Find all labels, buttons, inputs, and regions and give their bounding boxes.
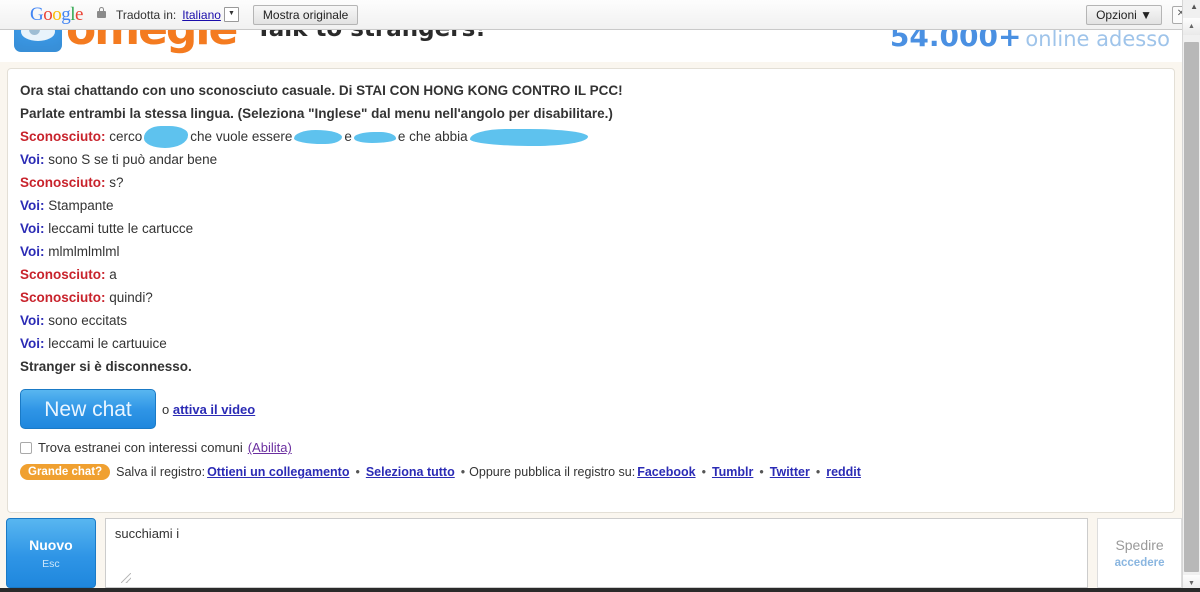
chat-message-you: Voi: sono eccitats — [20, 309, 1162, 332]
chat-message-you: Voi: sono S se ti può andar bene — [20, 148, 1162, 171]
separator-dot: • — [460, 465, 466, 480]
chat-message-system: Ora stai chattando con uno sconosciuto c… — [20, 79, 1162, 102]
chat-message-you: Voi: leccami le cartuuice — [20, 332, 1162, 355]
message-author: Sconosciuto: — [20, 175, 106, 191]
language-select-link[interactable]: Italiano — [182, 8, 221, 22]
message-text: Stampante — [48, 198, 114, 214]
publish-label: Oppure pubblica il registro su: — [469, 465, 636, 480]
message-text: Stranger si è disconnesso. — [20, 359, 192, 375]
options-button[interactable]: Opzioni ▼ — [1086, 4, 1162, 25]
new-chat-esc-button[interactable]: Nuovo Esc — [6, 518, 96, 588]
scrollbar-thumb[interactable] — [1184, 42, 1199, 572]
message-text: leccami tutte le cartucce — [48, 221, 194, 237]
separator-dot: • — [355, 465, 360, 480]
big-chat-badge[interactable]: Grande chat? — [20, 464, 111, 481]
omegle-logo-text: omegle — [66, 30, 238, 52]
send-button[interactable]: Spedire accedere — [1097, 518, 1182, 588]
interests-label: Trova estranei con interessi comuni — [38, 440, 243, 456]
enable-video-link[interactable]: attiva il video — [173, 402, 255, 417]
separator-dot: • — [815, 465, 821, 480]
redaction-mark — [144, 126, 189, 149]
message-author: Sconosciuto: — [20, 290, 106, 306]
message-text: sono S se ti può andar bene — [48, 152, 218, 168]
message-author: Voi: — [20, 198, 45, 214]
message-text: s? — [109, 175, 124, 191]
save-log-label: Salva il registro: — [116, 465, 206, 480]
separator-dot: • — [701, 465, 706, 480]
message-text: Ora stai chattando con uno sconosciuto c… — [20, 83, 623, 98]
message-text: e che abbia — [397, 129, 468, 144]
site-header: omegle Talk to strangers! 54.000+online … — [0, 30, 1182, 62]
interests-checkbox[interactable] — [20, 441, 32, 454]
new-chat-button[interactable]: New chat — [20, 389, 156, 430]
video-link-row: o attiva il video — [162, 402, 255, 417]
tumblr-link[interactable]: Tumblr — [712, 465, 753, 479]
chat-message-stranger: Sconosciuto: quindi? — [20, 286, 1162, 309]
twitter-link[interactable]: Twitter — [770, 465, 810, 479]
message-text: cerco — [109, 129, 143, 144]
google-translate-bar: Google Tradotta in: Italiano ▼ Mostra ori… — [0, 0, 1200, 30]
chevron-down-icon[interactable]: ▼ — [223, 7, 239, 22]
message-author: Sconosciuto: — [20, 267, 106, 283]
new-chat-row: New chat o attiva il video — [20, 389, 1162, 430]
message-text: che vuole essere — [190, 129, 293, 144]
chat-message-stranger-redacted: Sconosciuto: cerco che vuole essere e e che… — [20, 125, 1162, 149]
message-text: leccami le cartuuice — [48, 336, 167, 352]
composer-bar: Nuovo Esc Spedire accedere — [0, 518, 1182, 590]
browser-chrome-strip — [0, 588, 1200, 592]
message-text: a — [109, 267, 117, 283]
message-text: e — [344, 129, 352, 144]
chat-log[interactable]: Ora stai chattando con uno sconosciuto c… — [7, 68, 1175, 513]
message-text: Parlate entrambi la stessa lingua. (Sele… — [20, 106, 613, 121]
redaction-mark — [294, 130, 343, 145]
scroll-up-arrow-icon[interactable]: ▲ — [1190, 2, 1198, 11]
message-author: Voi: — [20, 152, 45, 168]
omegle-logo[interactable]: omegle — [14, 30, 238, 52]
online-count-number: 54.000+ — [889, 30, 1022, 53]
chat-message-you: Voi: leccami tutte le cartucce — [20, 217, 1162, 240]
send-button-label: Spedire — [1115, 537, 1164, 553]
message-text: mlmlmlmlml — [48, 244, 120, 260]
message-input[interactable] — [104, 518, 1089, 588]
reddit-link[interactable]: reddit — [826, 465, 861, 479]
message-author: Sconosciuto: — [20, 129, 106, 144]
redaction-mark — [469, 128, 588, 146]
lock-icon — [96, 7, 106, 18]
translated-in-label: Tradotta in: — [115, 7, 177, 22]
message-author: Voi: — [20, 244, 45, 260]
message-text: sono eccitats — [48, 313, 128, 329]
chat-message-you: Voi: Stampante — [20, 194, 1162, 217]
new-chat-esc-label: Nuovo — [29, 536, 73, 553]
chat-message-you: Voi: mlmlmlmlml — [20, 240, 1162, 263]
google-logo: Google — [30, 3, 83, 25]
get-link-link[interactable]: Ottieni un collegamento — [207, 465, 349, 479]
chat-message-stranger: Sconosciuto: s? — [20, 171, 1162, 194]
page-scrollbar[interactable]: ▲ ▼ — [1182, 0, 1200, 592]
facebook-link[interactable]: Facebook — [637, 465, 695, 479]
interests-enable-link[interactable]: (Abilita) — [248, 440, 292, 455]
translate-bar-right: Opzioni ▼ ✕ — [1086, 4, 1194, 25]
message-author: Voi: — [20, 313, 45, 329]
select-all-link[interactable]: Seleziona tutto — [366, 465, 455, 479]
omegle-spy-icon — [14, 30, 62, 52]
chat-message-disconnect: Stranger si è disconnesso. — [20, 355, 1162, 378]
online-count: 54.000+ online adesso — [890, 30, 1170, 53]
separator-dot: • — [759, 465, 764, 480]
textarea-resize-handle[interactable] — [121, 573, 131, 583]
message-author: Voi: — [20, 336, 45, 352]
chat-message-stranger: Sconosciuto: a — [20, 263, 1162, 286]
send-button-hint: accedere — [1114, 557, 1165, 569]
new-chat-esc-hint: Esc — [42, 557, 60, 570]
interests-row: Trova estranei con interessi comuni (Abi… — [20, 440, 1162, 455]
message-text: quindi? — [109, 290, 153, 306]
share-row: Grande chat? Salva il registro: Ottieni … — [20, 464, 1162, 481]
show-original-button[interactable]: Mostra originale — [252, 4, 359, 25]
video-prefix-label: o — [162, 401, 173, 417]
scrollbar-up-icon[interactable]: ▲ — [1183, 18, 1200, 35]
online-count-label: online adesso — [1025, 30, 1170, 51]
redaction-mark — [353, 131, 396, 143]
chat-message-system: Parlate entrambi la stessa lingua. (Sele… — [20, 102, 1162, 125]
site-tagline: Talk to strangers! — [256, 30, 486, 42]
message-author: Voi: — [20, 221, 45, 237]
